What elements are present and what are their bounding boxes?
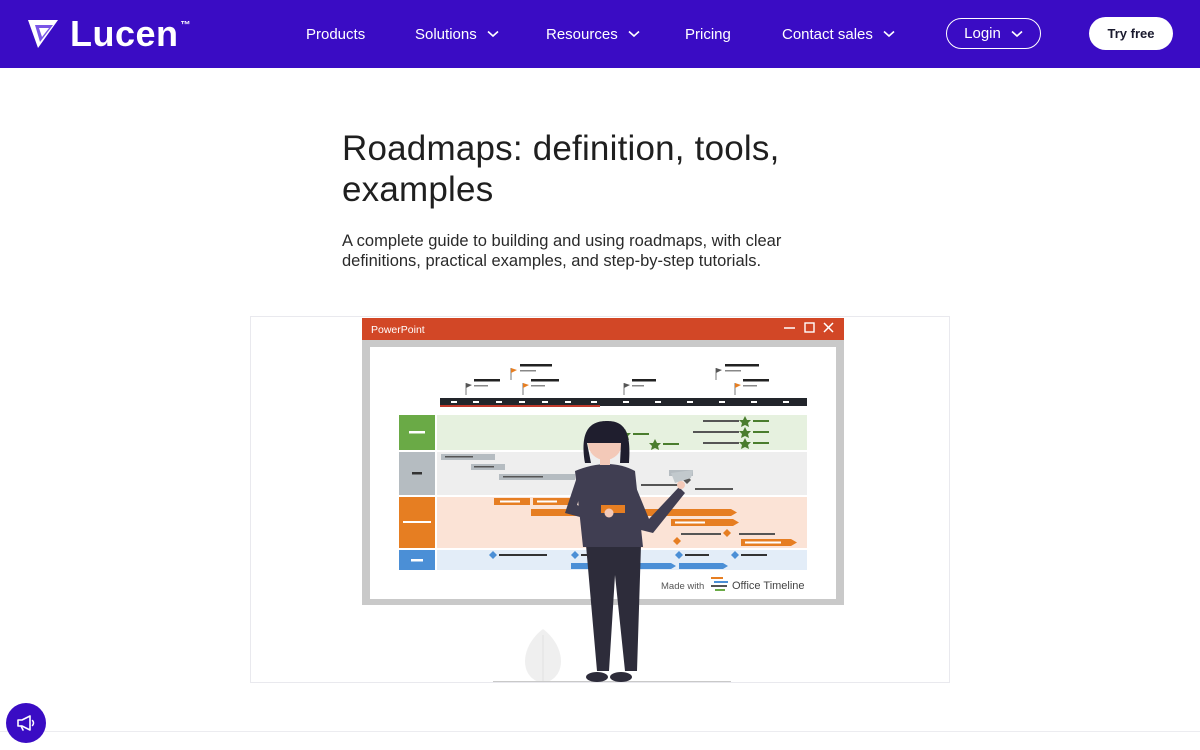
nav-item-products[interactable]: Products xyxy=(306,0,365,68)
triangle-play-logo-icon xyxy=(28,20,58,48)
chevron-down-icon xyxy=(628,30,640,38)
roadmap-illustration: PowerPoint Made with Office Timeline xyxy=(250,316,950,683)
login-label: Login xyxy=(964,25,1001,42)
try-free-button[interactable]: Try free xyxy=(1089,17,1173,50)
nav-item-resources[interactable]: Resources xyxy=(546,0,640,68)
try-free-label: Try free xyxy=(1107,26,1155,41)
brand-logo-link[interactable]: Lucen ™ xyxy=(26,14,191,54)
nav-item-label: Products xyxy=(306,25,366,43)
nav-item-solutions[interactable]: Solutions xyxy=(415,0,499,68)
nav-item-label: Resources xyxy=(546,25,618,43)
top-navigation-bar: Lucen ™ Products Solutions Resources Pri… xyxy=(0,0,1200,68)
announcement-button[interactable] xyxy=(6,703,46,743)
nav-item-label: Contact sales xyxy=(782,25,873,43)
page-title-line-1: Roadmaps: definition, tools, xyxy=(342,129,780,168)
page-subtitle-line-1: A complete guide to building and using r… xyxy=(342,232,782,250)
nav-item-pricing[interactable]: Pricing xyxy=(685,0,731,68)
page-subtitle-line-2: definitions, practical examples, and ste… xyxy=(342,252,762,270)
nav-item-contact-sales[interactable]: Contact sales xyxy=(782,0,895,68)
plant-decoration xyxy=(525,629,561,682)
page-subtitle: A complete guide to building and using r… xyxy=(342,231,842,271)
chevron-down-icon xyxy=(1011,30,1023,38)
page-title: Roadmaps: definition, tools, examples xyxy=(342,128,862,210)
brand-trademark: ™ xyxy=(180,20,191,31)
chevron-down-icon xyxy=(487,30,499,38)
window-titlebar xyxy=(362,318,844,340)
window-title: PowerPoint xyxy=(371,324,425,336)
nav-item-label: Solutions xyxy=(415,25,477,43)
made-with-text: Made with xyxy=(661,581,704,592)
brand-name: Lucen xyxy=(70,13,179,54)
office-timeline-brand: Office Timeline xyxy=(732,580,805,592)
nav-item-label: Pricing xyxy=(685,25,731,43)
chevron-down-icon xyxy=(883,30,895,38)
page-title-line-2: examples xyxy=(342,170,494,209)
megaphone-icon xyxy=(17,715,35,731)
bottom-divider xyxy=(0,731,1200,732)
login-button[interactable]: Login xyxy=(946,18,1041,49)
roadmap-illustration-svg: PowerPoint Made with Office Timeline xyxy=(362,318,844,682)
